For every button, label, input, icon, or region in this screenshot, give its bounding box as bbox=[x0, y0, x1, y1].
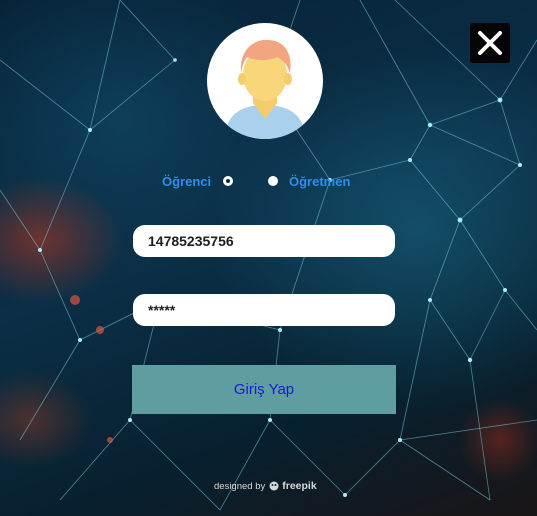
credit-prefix: designed by bbox=[214, 480, 266, 492]
freepik-credit: designed by freepik bbox=[214, 478, 354, 494]
login-button[interactable]: Giriş Yap bbox=[132, 365, 396, 414]
freepik-logo-icon bbox=[269, 481, 279, 491]
credit-brand: freepik bbox=[282, 480, 317, 492]
student-option[interactable]: Öğrenci bbox=[162, 171, 234, 191]
student-radio[interactable] bbox=[223, 176, 234, 186]
close-icon bbox=[478, 31, 502, 55]
teacher-option[interactable]: Öğretmen bbox=[268, 171, 350, 191]
user-avatar bbox=[207, 23, 323, 139]
teacher-label: Öğretmen bbox=[289, 173, 351, 189]
close-button[interactable] bbox=[470, 23, 510, 63]
student-label: Öğrenci bbox=[162, 173, 212, 189]
username-input[interactable] bbox=[133, 225, 395, 257]
user-avatar-icon bbox=[225, 39, 305, 139]
role-selector: Öğrenci Öğretmen bbox=[150, 171, 390, 191]
password-input[interactable] bbox=[133, 294, 395, 326]
login-window: Öğrenci Öğretmen Giriş Yap designed by f… bbox=[0, 0, 537, 516]
teacher-radio[interactable] bbox=[268, 176, 278, 186]
